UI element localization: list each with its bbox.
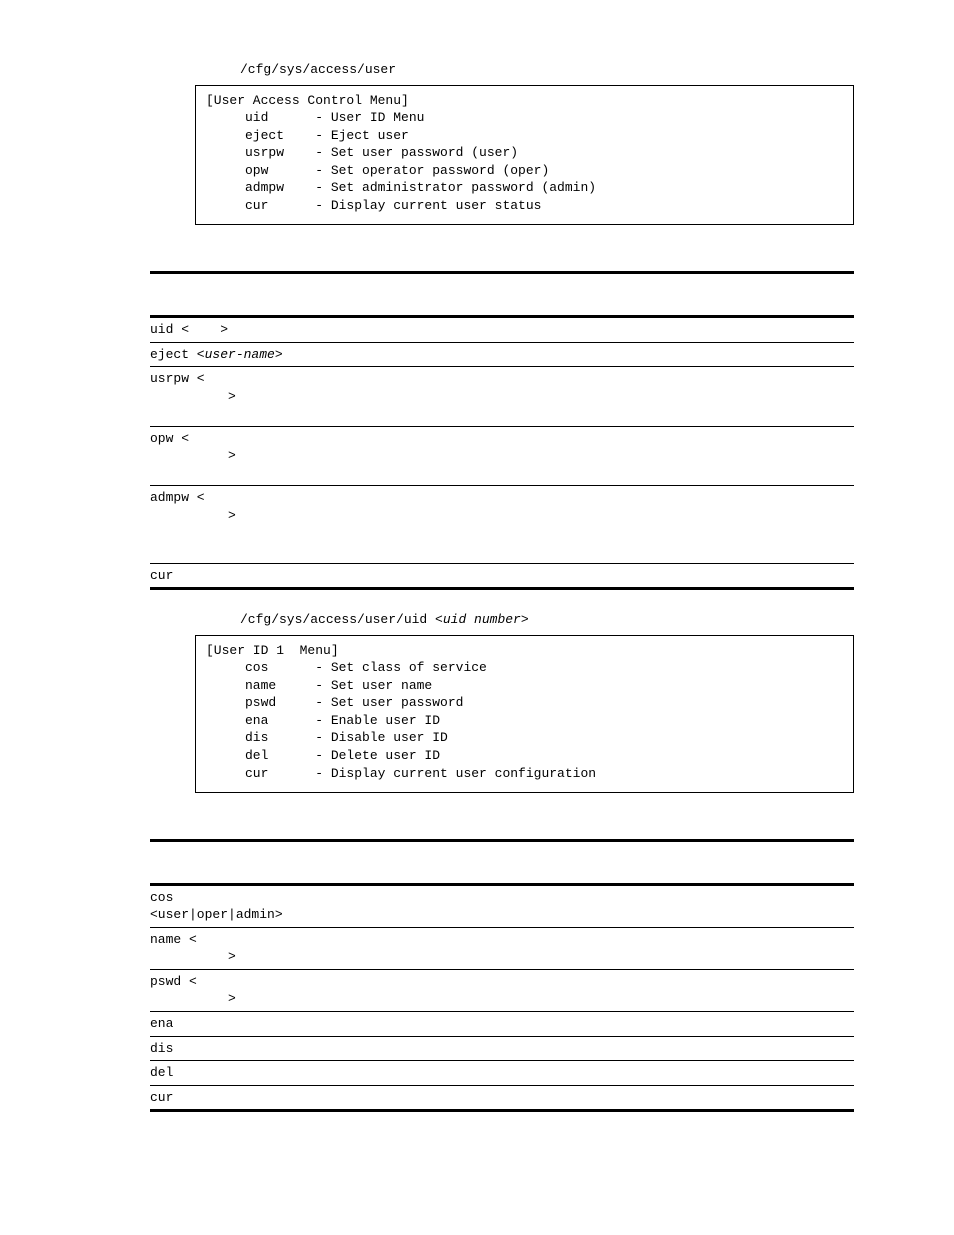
- table-row: admpw <1-128 characters> Sets the admini…: [150, 486, 854, 563]
- table-row: name <1-8 characters> Defines the user n…: [150, 927, 854, 969]
- table-header: Command Syntax and Usage: [150, 272, 319, 316]
- table-row: eject <user-name> Ejects the specified u…: [150, 342, 854, 367]
- section1-table-caption: Table 113 User Access Control configurat…: [150, 251, 854, 269]
- table-row: ena Enables the user ID.: [150, 1011, 854, 1036]
- section1-title: User Access Control configuration: [400, 61, 614, 76]
- section2-heading: /cfg/sys/access/user/uid <uid number> Us…: [240, 610, 854, 629]
- table-row: cur Displays the current user status.: [150, 563, 854, 589]
- table-row: cur Displays the current user ID configu…: [150, 1085, 854, 1111]
- table-row: dis Disables the user ID.: [150, 1036, 854, 1061]
- table-header: Command Syntax and Usage: [150, 840, 291, 884]
- section2-title: User ID configuration: [532, 611, 664, 626]
- section1-options-table: Command Syntax and Usage uid <1-10> Disp…: [150, 271, 854, 590]
- section2-code-box: [User ID 1 Menu] cos - Set class of serv…: [195, 635, 854, 793]
- table-row: uid <1-10> Displays the User ID Menu.: [150, 317, 854, 343]
- section2-path: /cfg/sys/access/user/uid <uid number>: [240, 612, 529, 627]
- section2-table-caption: Table 114 User ID configuration options: [150, 819, 854, 837]
- table-row: cos <user|oper|admin> Sets the Class-of-…: [150, 884, 854, 927]
- section1-code-box: [User Access Control Menu] uid - User ID…: [195, 85, 854, 226]
- table-row: usrpw <1-128 characters> Sets the user (…: [150, 367, 854, 427]
- section1-path: /cfg/sys/access/user: [240, 62, 396, 77]
- section2-options-table: Command Syntax and Usage cos <user|oper|…: [150, 839, 854, 1113]
- table-row: pswd <1-128 characters> Sets the user pa…: [150, 969, 854, 1011]
- table-row: del Deletes the user ID.: [150, 1061, 854, 1086]
- section1-heading: /cfg/sys/access/user User Access Control…: [240, 60, 854, 79]
- table-row: opw <1-128 characters> Sets the operator…: [150, 426, 854, 486]
